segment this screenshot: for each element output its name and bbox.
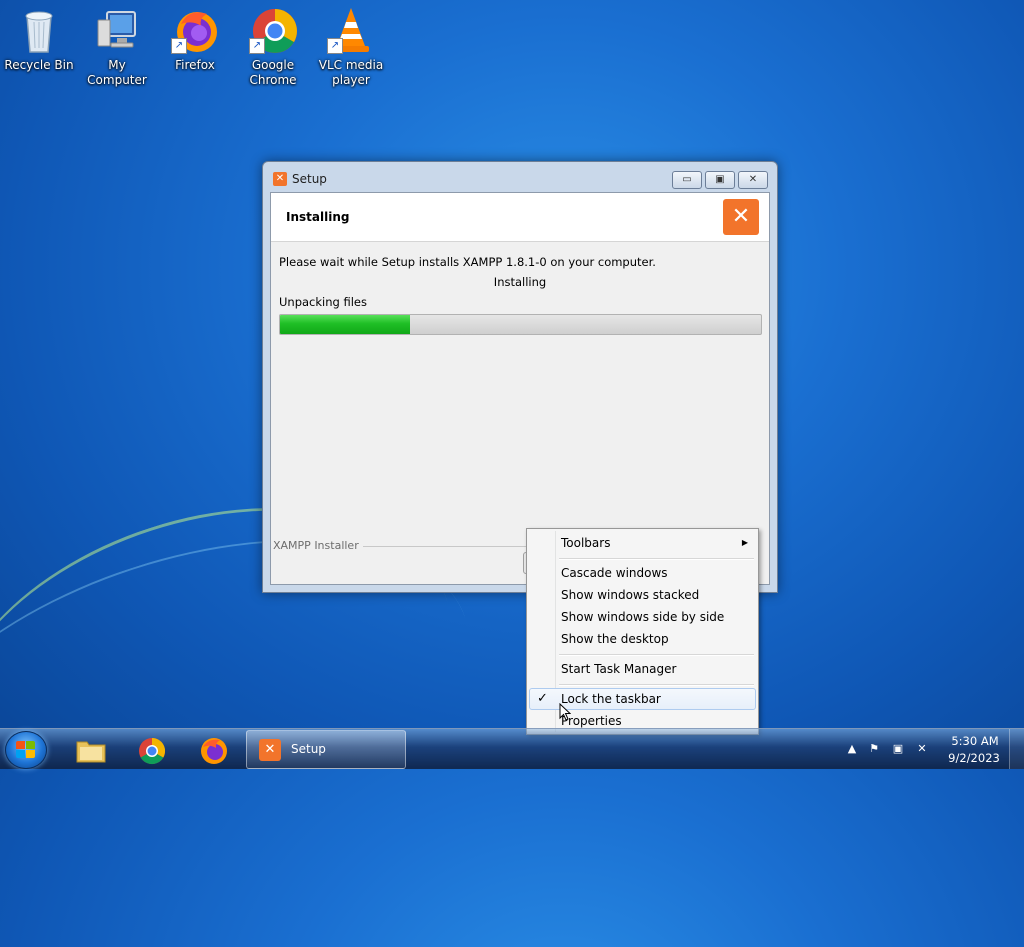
taskbar-pin-firefox[interactable] xyxy=(186,731,238,767)
desktop-icon-vlc[interactable]: ↗ VLC media player xyxy=(314,6,388,88)
progress-label: Unpacking files xyxy=(279,295,367,309)
desktop-icon-firefox[interactable]: ↗ Firefox xyxy=(158,6,232,73)
taskbar-pin-explorer[interactable] xyxy=(62,731,114,767)
xampp-logo-icon: ✕ xyxy=(723,199,759,235)
recycle-bin-icon xyxy=(15,6,63,56)
desktop-icon-my-computer[interactable]: My Computer xyxy=(80,6,154,88)
shortcut-arrow-icon: ↗ xyxy=(249,38,265,54)
mouse-cursor-icon xyxy=(559,703,571,721)
window-client-area: Installing ✕ Please wait while Setup ins… xyxy=(270,192,770,585)
page-title: Installing xyxy=(286,210,350,224)
show-hidden-icons-icon[interactable]: ▲ xyxy=(844,741,860,757)
chrome-icon xyxy=(138,737,166,765)
action-center-flag-icon[interactable]: ⚑ xyxy=(866,741,882,757)
taskbar-task-label: Setup xyxy=(291,742,326,756)
vlc-cone-icon: ↗ xyxy=(327,6,375,56)
menu-item-label: Show the desktop xyxy=(561,632,669,646)
folder-icon xyxy=(76,737,106,763)
install-progress-bar xyxy=(279,314,762,335)
shortcut-arrow-icon: ↗ xyxy=(171,38,187,54)
window-title: Setup xyxy=(292,172,327,186)
desktop-icon-google-chrome[interactable]: ↗ Google Chrome xyxy=(236,6,310,88)
menu-item-show-windows-stacked[interactable]: Show windows stacked xyxy=(529,584,756,606)
install-status: Installing xyxy=(493,275,547,289)
desktop-icon-recycle-bin[interactable]: Recycle Bin xyxy=(2,6,76,73)
menu-item-toolbars[interactable]: Toolbars ▶ xyxy=(529,532,756,554)
taskbar-task-setup[interactable]: ✕ Setup xyxy=(246,730,406,769)
desktop-icon-label: VLC media player xyxy=(318,58,384,87)
taskbar-pin-chrome[interactable] xyxy=(124,731,176,767)
windows-logo-icon xyxy=(16,741,36,759)
checkmark-icon: ✓ xyxy=(537,691,548,706)
computer-icon xyxy=(93,6,141,56)
close-button[interactable]: ✕ xyxy=(738,171,768,189)
xampp-title-icon: ✕ xyxy=(273,172,287,186)
firefox-icon: ↗ xyxy=(171,6,219,56)
start-button[interactable] xyxy=(5,731,47,769)
installer-header: Installing ✕ xyxy=(271,193,769,242)
maximize-button[interactable]: ▣ xyxy=(705,171,735,189)
menu-separator xyxy=(559,654,754,656)
menu-item-show-windows-side-by-side[interactable]: Show windows side by side xyxy=(529,606,756,628)
desktop-icon-label: My Computer xyxy=(87,58,147,87)
xampp-icon: ✕ xyxy=(259,739,281,761)
menu-separator xyxy=(559,558,754,560)
menu-item-label: Lock the taskbar xyxy=(561,692,661,706)
menu-item-label: Toolbars xyxy=(561,536,611,550)
firefox-icon xyxy=(200,737,227,764)
desktop-icon-label: Firefox xyxy=(175,58,215,72)
menu-separator xyxy=(559,684,754,686)
menu-item-cascade-windows[interactable]: Cascade windows xyxy=(529,562,756,584)
progress-fill xyxy=(280,315,410,334)
minimize-button[interactable]: ▭ xyxy=(672,171,702,189)
wait-message: Please wait while Setup installs XAMPP 1… xyxy=(279,255,656,269)
clock-time[interactable]: 5:30 AM xyxy=(950,734,1000,748)
desktop-icon-label: Google Chrome xyxy=(249,58,297,87)
menu-item-label: Show windows stacked xyxy=(561,588,700,602)
installer-branding: XAMPP Installer xyxy=(273,539,363,552)
network-icon[interactable]: ▣ xyxy=(890,741,906,757)
shortcut-arrow-icon: ↗ xyxy=(327,38,343,54)
window-titlebar[interactable]: ✕ Setup ▭ ▣ ✕ xyxy=(263,162,777,192)
desktop-icon-label: Recycle Bin xyxy=(4,58,74,72)
menu-item-start-task-manager[interactable]: Start Task Manager xyxy=(529,658,756,680)
taskbar[interactable]: ✕ Setup ▲ ⚑ ▣ ✕ 5:30 AM 9/2/2023 xyxy=(0,728,1024,769)
clock-date[interactable]: 9/2/2023 xyxy=(946,751,1002,765)
menu-item-show-the-desktop[interactable]: Show the desktop xyxy=(529,628,756,650)
menu-item-label: Show windows side by side xyxy=(561,610,725,624)
menu-item-label: Cascade windows xyxy=(561,566,668,580)
menu-item-label: Start Task Manager xyxy=(561,662,677,676)
show-desktop-button[interactable] xyxy=(1009,729,1024,769)
chrome-icon: ↗ xyxy=(249,6,297,56)
volume-muted-icon[interactable]: ✕ xyxy=(914,741,930,757)
submenu-arrow-icon: ▶ xyxy=(741,538,748,547)
